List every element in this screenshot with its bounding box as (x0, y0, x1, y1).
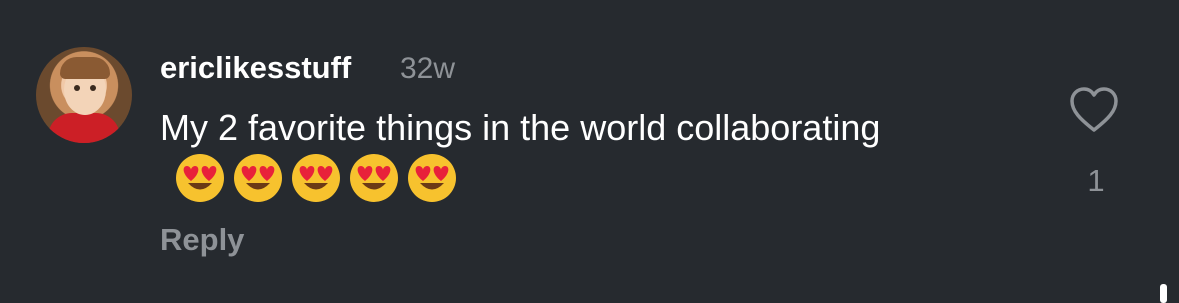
comment-item: ericlikesstuff 32w My 2 favorite things … (0, 0, 1179, 303)
avatar-eye (74, 85, 80, 91)
avatar-shirt (48, 113, 120, 143)
heart-eyes-emoji (408, 154, 456, 203)
avatar-eye (90, 85, 96, 91)
heart-eyes-emoji (350, 154, 398, 203)
heart-outline-icon (1070, 87, 1118, 132)
emoji-row (174, 152, 458, 204)
like-button[interactable] (1068, 86, 1120, 134)
avatar-hair (60, 57, 110, 79)
comment-body: My 2 favorite things in the world collab… (160, 107, 881, 148)
reply-button[interactable]: Reply (160, 222, 244, 258)
timestamp: 32w (400, 52, 456, 85)
heart-eyes-emoji (234, 154, 282, 203)
username[interactable]: ericlikesstuff (160, 50, 351, 86)
scrollbar-thumb[interactable] (1160, 284, 1167, 303)
heart-eyes-emoji (176, 154, 224, 203)
comment-text: My 2 favorite things in the world collab… (160, 104, 920, 204)
like-count: 1 (1087, 163, 1105, 198)
heart-eyes-emoji (292, 154, 340, 203)
avatar[interactable] (36, 47, 132, 143)
